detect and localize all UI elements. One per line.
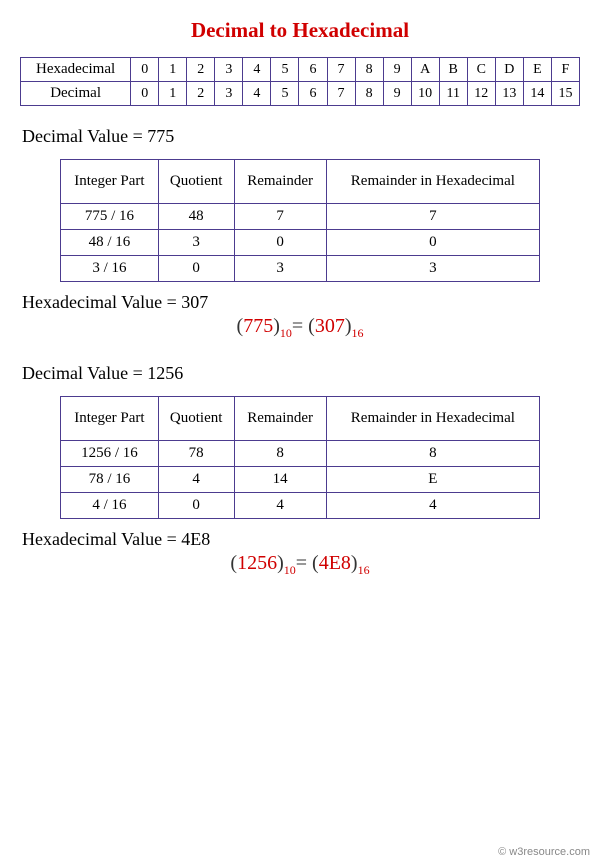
table-row: 48 / 16 3 0 0 bbox=[61, 230, 540, 256]
hexadecimal-value-label: Hexadecimal Value = 4E8 bbox=[22, 529, 578, 550]
cell: 8 bbox=[234, 441, 326, 467]
table-row: Integer Part Quotient Remainder Remainde… bbox=[61, 160, 540, 204]
dec-cell: 4 bbox=[243, 82, 271, 106]
dec-cell: 7 bbox=[327, 82, 355, 106]
hex-cell: C bbox=[467, 58, 495, 82]
example-2: Decimal Value = 1256 Integer Part Quotie… bbox=[22, 363, 578, 578]
hex-cell: A bbox=[411, 58, 439, 82]
hex-cell: B bbox=[439, 58, 467, 82]
dec-cell: 1 bbox=[159, 82, 187, 106]
cell: 3 bbox=[326, 256, 539, 282]
hex-cell: E bbox=[523, 58, 551, 82]
dec-row-label: Decimal bbox=[21, 82, 131, 106]
cell: 775 / 16 bbox=[61, 204, 159, 230]
table-row: Hexadecimal 0 1 2 3 4 5 6 7 8 9 A B C D … bbox=[21, 58, 580, 82]
hex-cell: 3 bbox=[215, 58, 243, 82]
cell: 48 bbox=[158, 204, 234, 230]
cell: 7 bbox=[326, 204, 539, 230]
eq-left: 775 bbox=[243, 315, 273, 337]
dec-cell: 13 bbox=[495, 82, 523, 106]
example-1: Decimal Value = 775 Integer Part Quotien… bbox=[22, 126, 578, 341]
dec-cell: 3 bbox=[215, 82, 243, 106]
cell: 4 bbox=[326, 493, 539, 519]
cell: 4 bbox=[158, 467, 234, 493]
cell: 48 / 16 bbox=[61, 230, 159, 256]
cell: 3 / 16 bbox=[61, 256, 159, 282]
col-remainder-hex: Remainder in Hexadecimal bbox=[326, 397, 539, 441]
hex-cell: 7 bbox=[327, 58, 355, 82]
hex-cell: 5 bbox=[271, 58, 299, 82]
cell: 4 bbox=[234, 493, 326, 519]
cell: 4 / 16 bbox=[61, 493, 159, 519]
col-remainder: Remainder bbox=[234, 160, 326, 204]
cell: 0 bbox=[158, 493, 234, 519]
hex-cell: F bbox=[551, 58, 579, 82]
eq-right-base: 16 bbox=[358, 563, 370, 577]
dec-cell: 6 bbox=[299, 82, 327, 106]
cell: 0 bbox=[158, 256, 234, 282]
cell: 3 bbox=[158, 230, 234, 256]
cell: 1256 / 16 bbox=[61, 441, 159, 467]
cell: 7 bbox=[234, 204, 326, 230]
eq-left: 1256 bbox=[237, 552, 277, 574]
cell: E bbox=[326, 467, 539, 493]
dec-cell: 8 bbox=[355, 82, 383, 106]
table-row: 1256 / 16 78 8 8 bbox=[61, 441, 540, 467]
hex-cell: 0 bbox=[131, 58, 159, 82]
col-integer-part: Integer Part bbox=[61, 397, 159, 441]
cell: 3 bbox=[234, 256, 326, 282]
eq-right: 307 bbox=[315, 315, 345, 337]
table-row: 3 / 16 0 3 3 bbox=[61, 256, 540, 282]
hex-cell: 1 bbox=[159, 58, 187, 82]
table-row: 78 / 16 4 14 E bbox=[61, 467, 540, 493]
hex-cell: 8 bbox=[355, 58, 383, 82]
decimal-value-label: Decimal Value = 775 bbox=[22, 126, 578, 147]
calc-table-2: Integer Part Quotient Remainder Remainde… bbox=[60, 396, 540, 519]
eq-right-base: 16 bbox=[351, 326, 363, 340]
dec-cell: 9 bbox=[383, 82, 411, 106]
hex-cell: 6 bbox=[299, 58, 327, 82]
col-quotient: Quotient bbox=[158, 160, 234, 204]
dec-cell: 0 bbox=[131, 82, 159, 106]
cell: 78 / 16 bbox=[61, 467, 159, 493]
footer-credit: © w3resource.com bbox=[498, 846, 590, 858]
hex-cell: 4 bbox=[243, 58, 271, 82]
hex-cell: 2 bbox=[187, 58, 215, 82]
cell: 0 bbox=[326, 230, 539, 256]
dec-cell: 10 bbox=[411, 82, 439, 106]
hexadecimal-value-label: Hexadecimal Value = 307 bbox=[22, 292, 578, 313]
page-title: Decimal to Hexadecimal bbox=[0, 0, 600, 57]
dec-cell: 15 bbox=[551, 82, 579, 106]
cell: 14 bbox=[234, 467, 326, 493]
table-row: 775 / 16 48 7 7 bbox=[61, 204, 540, 230]
eq-right: 4E8 bbox=[319, 552, 351, 574]
equation-2: (1256)10= (4E8)16 bbox=[22, 552, 578, 578]
eq-left-base: 10 bbox=[280, 326, 292, 340]
dec-cell: 11 bbox=[439, 82, 467, 106]
hex-cell: D bbox=[495, 58, 523, 82]
decimal-value-label: Decimal Value = 1256 bbox=[22, 363, 578, 384]
dec-cell: 5 bbox=[271, 82, 299, 106]
col-remainder: Remainder bbox=[234, 397, 326, 441]
hex-row-label: Hexadecimal bbox=[21, 58, 131, 82]
cell: 8 bbox=[326, 441, 539, 467]
cell: 0 bbox=[234, 230, 326, 256]
eq-left-base: 10 bbox=[284, 563, 296, 577]
table-row: Decimal 0 1 2 3 4 5 6 7 8 9 10 11 12 13 … bbox=[21, 82, 580, 106]
cell: 78 bbox=[158, 441, 234, 467]
dec-cell: 14 bbox=[523, 82, 551, 106]
hex-cell: 9 bbox=[383, 58, 411, 82]
dec-cell: 12 bbox=[467, 82, 495, 106]
calc-table-1: Integer Part Quotient Remainder Remainde… bbox=[60, 159, 540, 282]
table-row: Integer Part Quotient Remainder Remainde… bbox=[61, 397, 540, 441]
col-quotient: Quotient bbox=[158, 397, 234, 441]
table-row: 4 / 16 0 4 4 bbox=[61, 493, 540, 519]
hex-dec-mapping-table: Hexadecimal 0 1 2 3 4 5 6 7 8 9 A B C D … bbox=[20, 57, 580, 106]
col-remainder-hex: Remainder in Hexadecimal bbox=[326, 160, 539, 204]
equation-1: (775)10= (307)16 bbox=[22, 315, 578, 341]
dec-cell: 2 bbox=[187, 82, 215, 106]
col-integer-part: Integer Part bbox=[61, 160, 159, 204]
